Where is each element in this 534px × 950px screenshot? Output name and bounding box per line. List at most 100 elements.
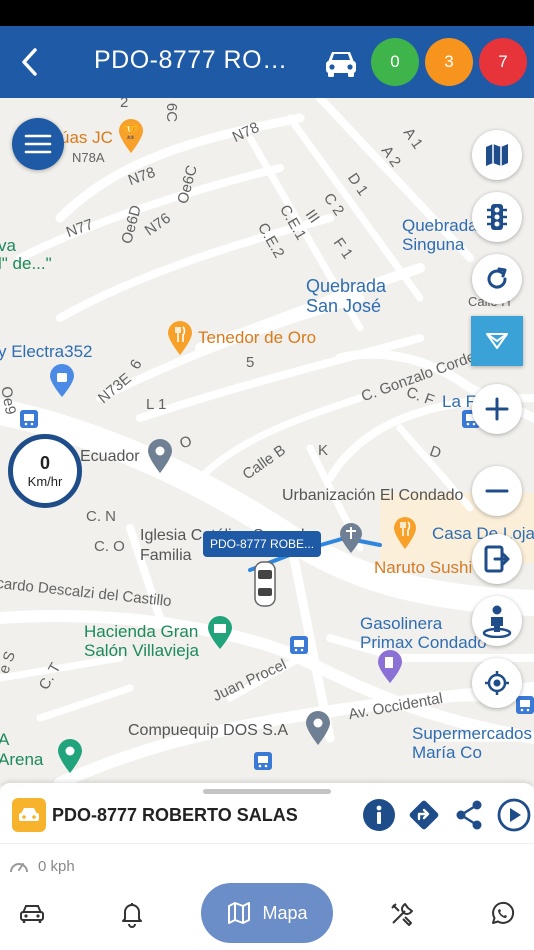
map-roads <box>0 98 534 786</box>
info-button[interactable] <box>361 797 397 833</box>
hamburger-menu-icon <box>24 134 52 154</box>
my-location-button[interactable] <box>472 658 522 708</box>
map-label: K <box>318 442 329 459</box>
bottom-nav: Mapa <box>0 881 534 950</box>
status-badge-orange[interactable]: 3 <box>425 38 473 86</box>
share-icon <box>456 800 482 830</box>
triangle-down-icon <box>486 333 508 349</box>
whatsapp-icon <box>492 901 515 924</box>
divider <box>0 843 534 844</box>
vehicles-button[interactable] <box>318 40 364 84</box>
exit-button[interactable] <box>472 534 522 584</box>
street-view-button[interactable] <box>472 596 522 646</box>
car-icon <box>20 905 44 923</box>
restaurant-pin-icon <box>168 321 192 355</box>
speed-unit: Km/hr <box>27 474 63 489</box>
place-pin-icon <box>58 739 82 773</box>
vehicle-sheet[interactable]: PDO-8777 ROBERTO SALAS 0 kph <box>0 783 534 881</box>
restaurant-pin-icon <box>394 517 416 549</box>
play-circle-icon <box>497 798 531 832</box>
place-pin-icon <box>148 439 172 473</box>
plus-icon <box>485 397 509 421</box>
bell-icon <box>122 903 142 928</box>
status-bar <box>0 0 534 26</box>
map-label: Supermercados María Co <box>412 724 533 762</box>
directions-icon <box>409 800 439 830</box>
geofence-toggle-button[interactable] <box>471 316 523 366</box>
exit-icon <box>484 545 510 573</box>
status-badge-red[interactable]: 7 <box>479 38 527 86</box>
map-label: Hacienda Gran Salón Villavieja <box>84 622 199 660</box>
nav-map[interactable]: Mapa <box>201 883 333 943</box>
tools-icon <box>391 903 413 926</box>
sheet-handle[interactable] <box>203 789 331 794</box>
zoom-out-button[interactable] <box>472 466 522 516</box>
directions-button[interactable] <box>406 797 442 833</box>
vehicle-type-icon <box>12 798 46 832</box>
bus-stop-icon <box>290 636 308 654</box>
nav-tools[interactable] <box>382 897 422 931</box>
church-pin-icon <box>340 523 362 553</box>
map-label: y Electra352 <box>0 342 93 361</box>
play-route-button[interactable] <box>496 797 532 833</box>
map-label: Compuequip DOS S.A <box>128 722 289 739</box>
map-label: A Arena <box>0 730 44 769</box>
svg-text:🏆: 🏆 <box>123 124 139 140</box>
bus-stop-icon <box>516 696 534 714</box>
nav-whatsapp[interactable] <box>482 897 522 931</box>
map-label: l" de..." <box>0 254 52 273</box>
nav-alerts[interactable] <box>112 897 152 931</box>
speedometer-icon <box>10 863 28 873</box>
map-label: 2 <box>120 98 129 111</box>
map-label: Urbanización El Condado <box>282 487 464 504</box>
zoom-in-button[interactable] <box>472 384 522 434</box>
traffic-button[interactable] <box>472 192 522 242</box>
shopping-pin-icon <box>50 364 74 397</box>
car-icon <box>19 808 39 821</box>
map-label: Naruto Sushi <box>374 558 473 577</box>
menu-button[interactable] <box>12 118 64 170</box>
minus-icon <box>485 489 509 493</box>
map-label: Tenedor de Oro <box>198 328 317 347</box>
map-label: úas JC <box>60 128 113 147</box>
back-button[interactable] <box>8 40 52 84</box>
map-label: La F <box>442 392 477 411</box>
nav-vehicles[interactable] <box>12 897 52 931</box>
map-label: Gasolinera Primax Condado <box>360 614 487 652</box>
bus-stop-icon <box>254 752 272 770</box>
map-label: C. N <box>86 508 116 525</box>
speed-value: 0 <box>39 453 50 473</box>
chevron-left-icon <box>22 48 37 76</box>
person-icon <box>482 605 512 638</box>
map-label: va <box>0 236 16 255</box>
gas-station-pin-icon <box>378 650 402 683</box>
map-label: L 1 <box>146 396 167 413</box>
speedometer: 0 Km/hr <box>8 434 82 508</box>
map-label: 6C <box>163 102 181 123</box>
map-icon <box>228 902 251 924</box>
map-label: C. O <box>94 538 125 555</box>
map-view[interactable]: 2 6C úas JC N78A N78 N78 Oe6C Oe6D N76 N… <box>0 98 534 786</box>
map-type-button[interactable] <box>472 130 522 180</box>
map-label: N78A <box>72 150 105 165</box>
landmark-pin-icon <box>208 616 232 649</box>
vehicle-label[interactable]: PDO-8777 ROBE... <box>203 531 322 557</box>
nav-map-label: Mapa <box>262 902 308 923</box>
target-location-icon <box>485 671 509 695</box>
map-label: Quebrada San José <box>306 276 387 316</box>
map-label: 5 <box>246 354 255 371</box>
place-pin-icon <box>306 711 330 745</box>
current-speed: 0 kph <box>38 858 75 875</box>
map-label: Ecuador <box>80 448 140 465</box>
map-icon <box>486 144 508 166</box>
bus-stop-icon <box>20 410 38 428</box>
car-icon <box>326 52 356 77</box>
status-badge-green[interactable]: 0 <box>371 38 419 86</box>
app-bar: PDO-8777 ROBERTO SALAS 0 3 7 <box>0 26 534 98</box>
vehicle-marker-icon[interactable] <box>252 560 278 608</box>
restaurant-pin-icon: 🏆 <box>119 119 143 153</box>
refresh-icon <box>487 267 507 289</box>
refresh-button[interactable] <box>472 254 522 304</box>
share-button[interactable] <box>451 797 487 833</box>
map-label: Quebrada Singuna <box>402 216 478 254</box>
